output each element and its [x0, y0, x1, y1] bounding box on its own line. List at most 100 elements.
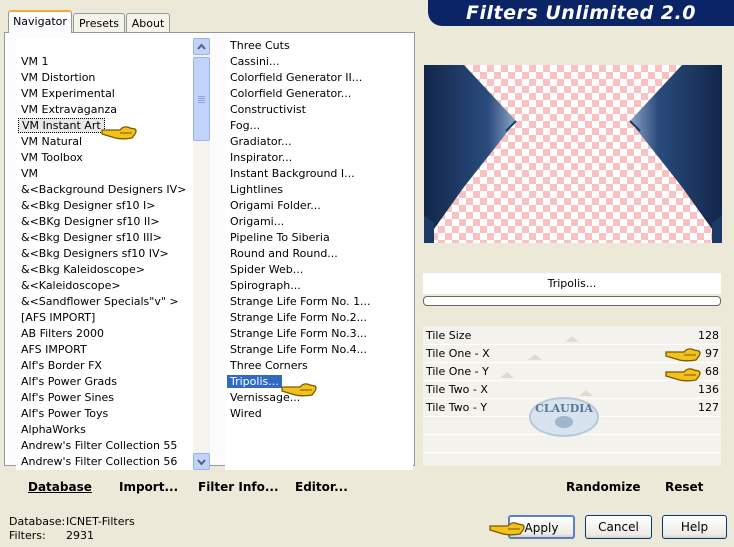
parameter-value: 68 — [705, 365, 719, 378]
filter-item[interactable]: Strange Life Form No.4... — [227, 342, 370, 358]
category-item[interactable]: AlphaWorks — [18, 422, 89, 438]
parameter-value: 127 — [698, 401, 719, 414]
filter-item[interactable]: Instant Background I... — [227, 166, 358, 182]
scroll-thumb[interactable] — [193, 57, 210, 141]
category-item[interactable]: VM Toolbox — [18, 150, 86, 166]
category-item[interactable]: [AFS IMPORT] — [18, 310, 98, 326]
filter-item[interactable]: Cassini... — [227, 54, 282, 70]
category-list[interactable]: VM 1 VM Distortion VM Experimental VM Extra… — [16, 38, 193, 470]
category-item[interactable]: &<BKg Designer sf10 II> — [18, 214, 163, 230]
tab-about[interactable]: About — [126, 13, 170, 32]
filter-item-label: Origami Folder... — [230, 199, 321, 212]
filter-item-label: Gradiator... — [230, 135, 292, 148]
category-item-label: Andrew's Filter Collection 56 — [21, 455, 178, 468]
category-item[interactable]: VM Extravaganza — [18, 102, 120, 118]
editor-link-label: Editor... — [295, 480, 348, 494]
category-item[interactable]: &<Kaleidoscope> — [18, 278, 124, 294]
filter-item-label: Three Corners — [230, 359, 308, 372]
category-item[interactable]: &<Bkg Designer sf10 III> — [18, 230, 165, 246]
filter-item-label: Tripolis... — [227, 375, 282, 388]
filter-item-label: Strange Life Form No.3... — [230, 327, 368, 340]
category-item-label: &<Sandflower Specials"v" > — [21, 295, 179, 308]
filter-item-label: Spider Web... — [230, 263, 304, 276]
category-item[interactable]: VM Experimental — [18, 86, 118, 102]
reset-button[interactable]: Reset — [665, 476, 703, 498]
import-link-label: Import... — [119, 480, 179, 494]
category-item-label: &<Background Designers IV> — [21, 183, 187, 196]
scroll-down-button[interactable] — [193, 453, 210, 470]
category-item-label: VM Distortion — [21, 71, 96, 84]
filter-item-label: Pipeline To Siberia — [230, 231, 330, 244]
chevron-up-icon — [197, 43, 206, 50]
category-item[interactable]: &<Background Designers IV> — [18, 182, 189, 198]
category-item[interactable]: Alf's Power Toys — [18, 406, 111, 422]
filter-item[interactable]: Three Cuts — [227, 38, 293, 54]
filter-item[interactable]: Three Corners — [227, 358, 311, 374]
category-item[interactable]: Alf's Power Sines — [18, 390, 117, 406]
filter-item[interactable]: Lightlines — [227, 182, 286, 198]
filter-item[interactable]: Gradiator... — [227, 134, 295, 150]
current-filter-label: Tripolis... — [547, 277, 597, 290]
category-item-label: &<Bkg Designer sf10 I> — [21, 199, 156, 212]
filter-item[interactable]: Colorfield Generator II... — [227, 70, 365, 86]
category-item[interactable]: Andrew's Filter Collection 55 — [18, 438, 180, 454]
category-item[interactable]: &<Sandflower Specials"v" > — [18, 294, 182, 310]
filter-item[interactable]: Strange Life Form No.3... — [227, 326, 370, 342]
import-link[interactable]: Import... — [119, 476, 178, 498]
parameter-label: Tile One - X — [426, 347, 490, 360]
filter-item-label: Three Cuts — [230, 39, 290, 52]
category-item-label: Alf's Power Grads — [21, 375, 117, 388]
tab-navigator[interactable]: Navigator — [8, 10, 72, 33]
cancel-button[interactable]: Cancel — [585, 515, 652, 539]
filter-item-label: Strange Life Form No.2... — [230, 311, 368, 324]
filter-item[interactable]: Origami... — [227, 214, 287, 230]
filter-item[interactable]: Pipeline To Siberia — [227, 230, 333, 246]
help-button[interactable]: Help — [662, 515, 727, 539]
category-scrollbar[interactable] — [193, 38, 210, 470]
category-item[interactable]: AFS IMPORT — [18, 342, 90, 358]
filter-item[interactable]: Inspirator... — [227, 150, 295, 166]
category-item[interactable]: &<Bkg Designers sf10 IV> — [18, 246, 172, 262]
filter-item-label: Strange Life Form No.4... — [230, 343, 368, 356]
preview-image[interactable] — [424, 65, 722, 243]
tab-presets[interactable]: Presets — [73, 13, 125, 32]
editor-link[interactable]: Editor... — [295, 476, 348, 498]
category-item[interactable]: &<Bkg Kaleidoscope> — [18, 262, 148, 278]
filter-item[interactable]: Spider Web... — [227, 262, 306, 278]
parameter-value: 97 — [705, 347, 719, 360]
tab-navigator-label: Navigator — [13, 15, 67, 28]
filter-item[interactable]: Origami Folder... — [227, 198, 324, 214]
filter-item[interactable]: Spirograph... — [227, 278, 304, 294]
category-item[interactable]: VM Instant Art — [18, 118, 105, 134]
filter-item-label: Strange Life Form No. 1... — [230, 295, 371, 308]
filter-item[interactable]: Strange Life Form No. 1... — [227, 294, 374, 310]
category-item[interactable]: AB Filters 2000 — [18, 326, 107, 342]
filter-item[interactable]: Colorfield Generator... — [227, 86, 354, 102]
scroll-up-button[interactable] — [193, 38, 210, 55]
category-item[interactable]: VM 1 — [18, 54, 52, 70]
category-item[interactable]: &<Bkg Designer sf10 I> — [18, 198, 159, 214]
parameter-label: Tile One - Y — [426, 365, 489, 378]
filter-item[interactable]: Strange Life Form No.2... — [227, 310, 370, 326]
filter-item[interactable]: Round and Round... — [227, 246, 341, 262]
randomize-button[interactable]: Randomize — [566, 476, 640, 498]
category-item[interactable]: VM Natural — [18, 134, 85, 150]
category-item[interactable]: Andrew's Filter Collection 56 — [18, 454, 180, 470]
filter-item[interactable]: Wired — [227, 406, 265, 422]
filter-item[interactable]: Tripolis... — [227, 374, 282, 390]
category-item-label: VM Natural — [21, 135, 83, 148]
filter-item[interactable]: Fog... — [227, 118, 263, 134]
filter-info-link[interactable]: Filter Info... — [198, 476, 279, 498]
app-title-banner: Filters Unlimited 2.0 — [428, 0, 734, 26]
filter-item-label: Round and Round... — [230, 247, 338, 260]
category-item[interactable]: VM — [18, 166, 41, 182]
category-item[interactable]: Alf's Power Grads — [18, 374, 120, 390]
category-item[interactable]: Alf's Border FX — [18, 358, 105, 374]
filter-item[interactable]: Constructivist — [227, 102, 309, 118]
cancel-button-label: Cancel — [598, 520, 639, 534]
filter-list[interactable]: Three Cuts Cassini... Colorfield Generator… — [225, 38, 413, 470]
category-item-label: &<Kaleidoscope> — [21, 279, 121, 292]
category-item[interactable]: VM Distortion — [18, 70, 98, 86]
database-link[interactable]: Database — [28, 476, 92, 498]
pointing-hand-icon — [665, 368, 701, 382]
